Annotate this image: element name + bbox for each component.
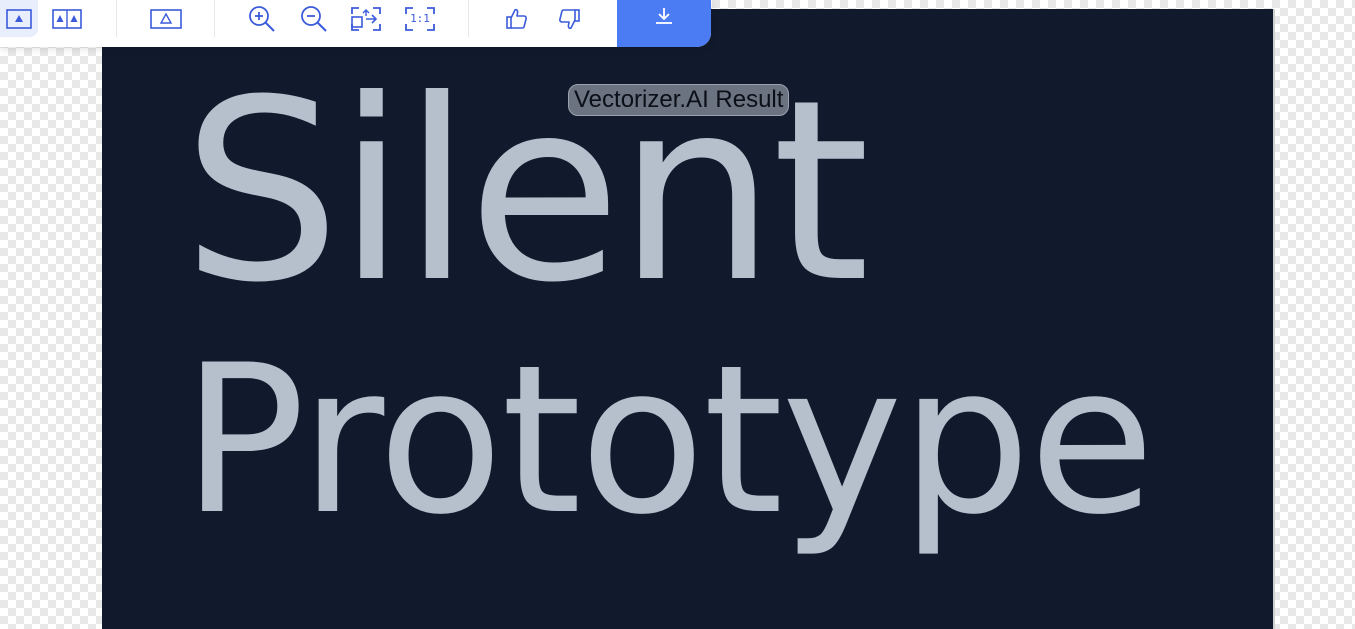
toolbar-divider [116,0,117,37]
view-side-by-side-button[interactable] [49,0,85,37]
fit-button[interactable] [348,0,384,37]
canvas-edge [1273,9,1275,629]
one-to-one-icon: 1:1 [403,5,437,33]
view-result-button[interactable] [148,0,184,37]
thumbs-down-icon [556,6,582,32]
thumbs-down-button[interactable] [552,0,586,37]
zoom-out-icon [299,4,329,34]
fit-screen-icon [349,5,383,33]
view-single-button[interactable] [0,0,38,37]
single-view-icon [6,8,32,30]
download-icon [653,5,675,32]
side-by-side-icon [52,8,82,30]
triangle-outline-icon [150,8,182,30]
result-label: Vectorizer.AI Result [568,84,790,116]
viewer-toolbar: 1:1 [0,0,711,47]
toolbar-divider [468,0,469,37]
thumbs-up-button[interactable] [500,0,534,37]
actual-size-label: 1:1 [410,11,430,25]
toolbar-divider [214,0,215,37]
zoom-in-button[interactable] [245,0,279,37]
download-button[interactable] [617,0,711,47]
thumbs-up-icon [504,6,530,32]
actual-size-button[interactable]: 1:1 [402,0,438,37]
artwork-text-line-2: Prototype [182,322,1155,560]
zoom-out-button[interactable] [297,0,331,37]
zoom-in-icon [247,4,277,34]
